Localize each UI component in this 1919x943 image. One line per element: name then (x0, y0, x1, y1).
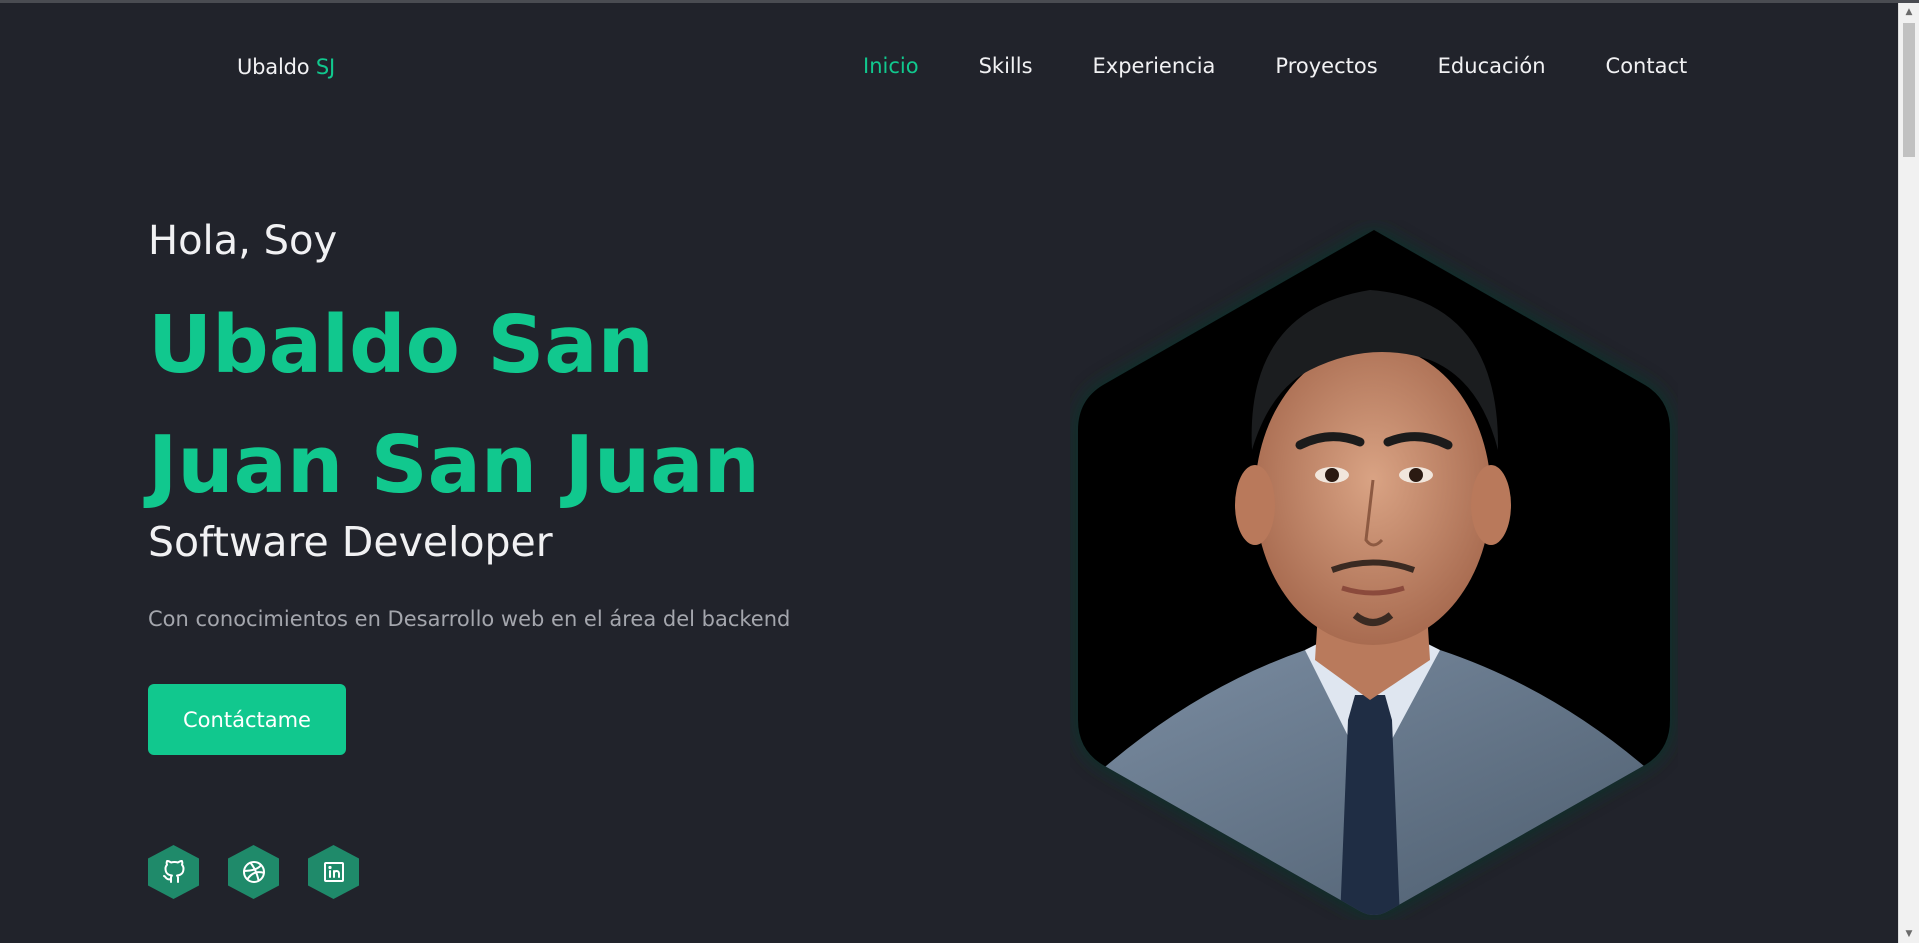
site-logo[interactable]: Ubaldo SJ (237, 55, 335, 79)
logo-accent: SJ (315, 55, 335, 79)
linkedin-icon (323, 862, 344, 882)
hero-role: Software Developer (148, 518, 553, 566)
logo-name: Ubaldo (237, 55, 310, 79)
dribbble-icon (242, 861, 265, 883)
hero-name: Ubaldo San Juan San Juan (148, 299, 760, 511)
page-scrollbar[interactable]: ▲ ▼ (1898, 3, 1919, 943)
linkedin-link[interactable] (308, 845, 359, 899)
portrait-image (1078, 230, 1670, 915)
dribbble-link[interactable] (228, 845, 279, 899)
github-link[interactable] (148, 845, 199, 899)
scroll-thumb[interactable] (1903, 23, 1915, 157)
contact-button[interactable]: Contáctame (148, 684, 346, 755)
hero-greeting: Hola, Soy (148, 218, 338, 264)
profile-portrait (1070, 220, 1678, 920)
nav-item-contact[interactable]: Contact (1606, 54, 1688, 78)
nav-item-inicio[interactable]: Inicio (863, 54, 919, 78)
main-nav: Inicio Skills Experiencia Proyectos Educ… (863, 54, 1687, 78)
nav-item-experiencia[interactable]: Experiencia (1093, 54, 1216, 78)
github-icon (162, 860, 184, 883)
nav-item-skills[interactable]: Skills (979, 54, 1033, 78)
nav-item-educacion[interactable]: Educación (1438, 54, 1546, 78)
nav-item-proyectos[interactable]: Proyectos (1275, 54, 1377, 78)
scroll-up-arrow[interactable]: ▲ (1899, 3, 1919, 21)
hero-description: Con conocimientos en Desarrollo web en e… (148, 607, 791, 631)
social-links (148, 845, 359, 899)
scroll-down-arrow[interactable]: ▼ (1899, 925, 1919, 943)
window-top-border (0, 0, 1919, 3)
